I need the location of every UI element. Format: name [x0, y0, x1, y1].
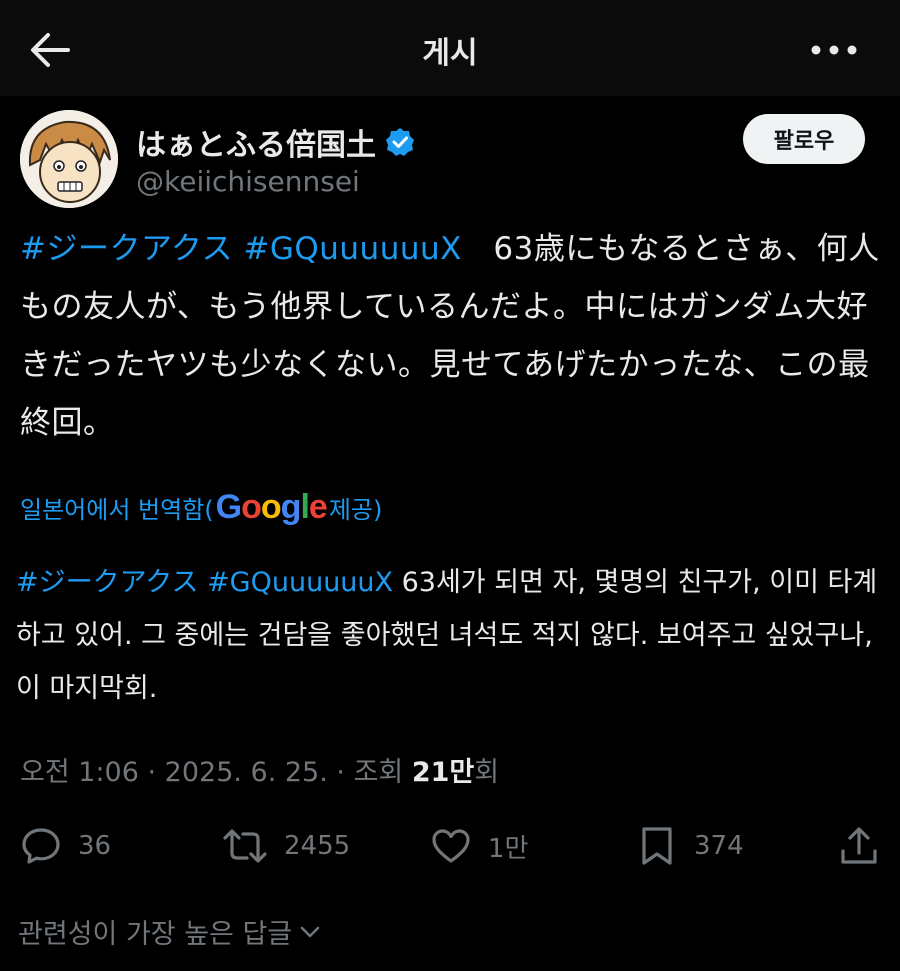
post-meta: 오전 1:06 · 2025. 6. 25. · 조회 21만회 — [20, 757, 500, 788]
follow-button[interactable]: 팔로우 — [743, 114, 865, 164]
post-date[interactable]: 2025. 6. 25. — [165, 757, 328, 788]
translation-prefix: 일본어에서 번역함( — [20, 496, 214, 524]
share-button[interactable] — [838, 820, 880, 872]
replies-sort-label: 관련성이 가장 높은 답글 — [18, 919, 293, 950]
replies-sort-dropdown[interactable]: 관련성이 가장 높은 답글 — [18, 912, 322, 951]
author-handle[interactable]: @keiichisennsei — [136, 165, 360, 198]
tweet-text: #ジークアクス #GQuuuuuuX 63歳にもなるとさぁ、何人もの友人が、もう… — [20, 220, 880, 452]
author-name-row[interactable]: はぁとふる倍国土 — [136, 120, 416, 164]
google-logo: Google — [215, 488, 328, 526]
reply-bubble-icon — [22, 828, 60, 864]
like-count: 1만 — [488, 833, 529, 864]
reply-button[interactable]: 36 — [20, 820, 111, 872]
top-bar: 게시 — [0, 0, 900, 96]
bookmark-button[interactable]: 374 — [636, 820, 744, 872]
avatar-cartoon-face-icon — [20, 110, 118, 208]
repost-button[interactable]: 2455 — [222, 820, 350, 872]
more-dots-icon — [811, 45, 857, 55]
avatar[interactable] — [20, 110, 118, 208]
bookmark-count: 374 — [694, 831, 744, 861]
action-bar: 36 2455 1만 374 — [0, 820, 900, 872]
hashtag-link[interactable]: #GQuuuuuuX — [207, 567, 393, 598]
verified-badge-icon — [386, 128, 414, 156]
hashtag-link[interactable]: #ジークアクス — [20, 231, 233, 267]
post-time[interactable]: 오전 1:06 — [20, 757, 139, 788]
share-icon — [841, 827, 877, 864]
translation-suffix: 제공) — [328, 496, 383, 524]
bookmark-icon — [642, 827, 672, 865]
hashtag-link[interactable]: #GQuuuuuuX — [243, 231, 462, 267]
repost-count: 2455 — [284, 831, 351, 861]
more-options-button[interactable] — [808, 40, 860, 60]
translated-text-segment — [198, 567, 207, 598]
repost-arrows-icon — [223, 829, 267, 863]
views-label: 조회 — [353, 757, 404, 788]
tweet-text-segment — [233, 231, 243, 267]
views-suffix: 회 — [474, 757, 500, 788]
chevron-down-icon — [300, 926, 320, 937]
heart-icon — [432, 829, 470, 863]
author-display-name[interactable]: はぁとふる倍国土 — [136, 120, 376, 164]
views-count: 21만 — [411, 757, 475, 788]
hashtag-link[interactable]: #ジークアクス — [16, 567, 198, 598]
like-button[interactable]: 1만 — [430, 820, 528, 872]
translated-tweet-text: #ジークアクス #GQuuuuuuX 63세가 되면 자, 몇명의 친구가, 이… — [16, 556, 886, 715]
translation-attribution[interactable]: 일본어에서 번역함( Google 제공) — [20, 488, 382, 527]
page-title: 게시 — [422, 36, 478, 71]
reply-count: 36 — [78, 831, 112, 861]
